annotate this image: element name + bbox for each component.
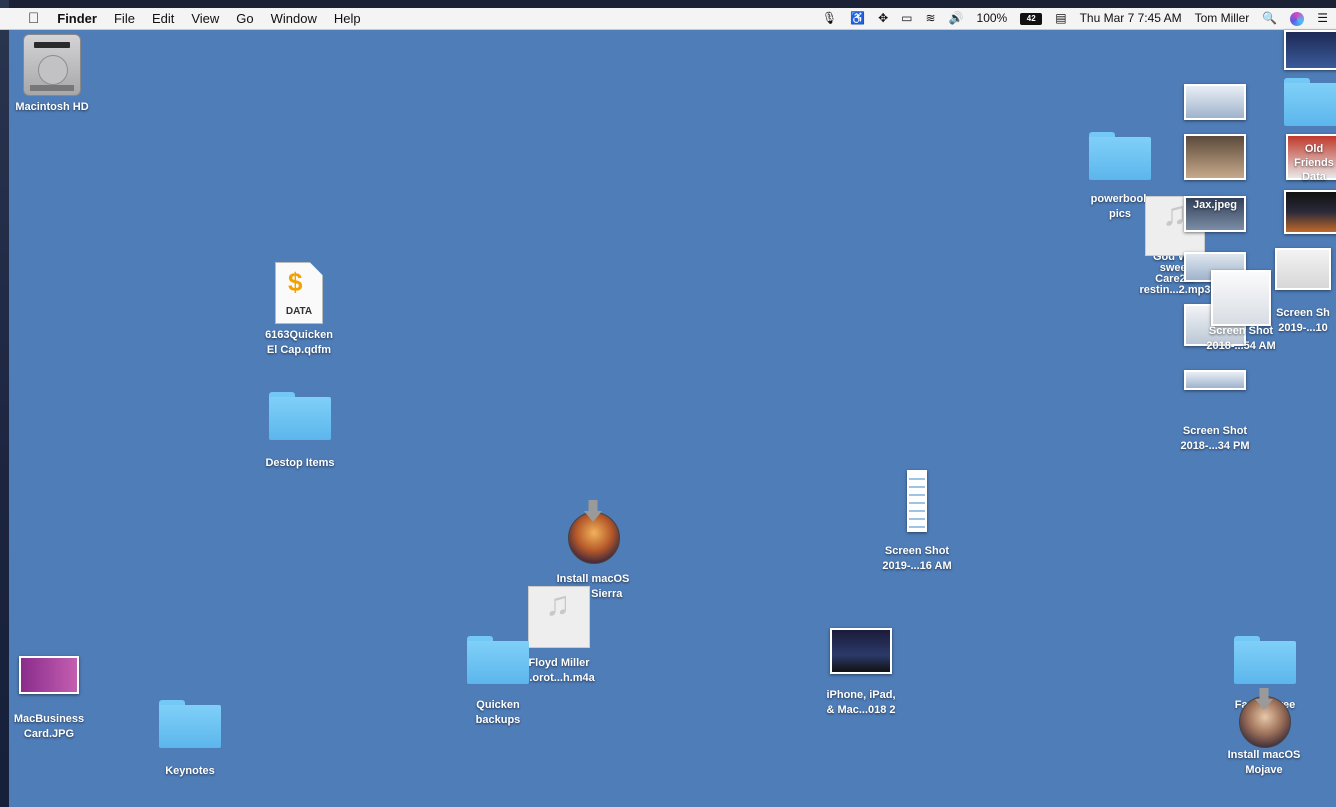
desktop-icon-install-mojave[interactable]: Install macOS Mojave: [1219, 688, 1309, 778]
spotlight-search-icon[interactable]: 🔍: [1262, 8, 1277, 29]
screenshot-thumbnail-icon: [1211, 270, 1271, 326]
desktop-icon-screenshot-34pm[interactable]: Screen Shot 2018-...34 PM: [1170, 420, 1260, 454]
menu-help[interactable]: Help: [334, 8, 361, 29]
menu-window[interactable]: Window: [271, 8, 317, 29]
screenshot-thumbnail-icon[interactable]: [1284, 190, 1336, 234]
menu-go[interactable]: Go: [236, 8, 253, 29]
icon-label: MacBusiness Card.JPG: [13, 713, 85, 740]
desktop-icon-quicken-backups[interactable]: Quicken backups: [453, 636, 543, 728]
clock[interactable]: Thu Mar 7 7:45 AM: [1080, 8, 1182, 29]
siri-icon[interactable]: [1290, 11, 1305, 26]
battery-icon[interactable]: 42: [1020, 12, 1043, 25]
photo-thumbnail-icon[interactable]: [1184, 134, 1246, 180]
menu-edit[interactable]: Edit: [152, 8, 174, 29]
installer-icon: [568, 500, 620, 564]
menu-bar:  Finder File Edit View Go Window Help 🎙…: [0, 8, 1336, 30]
volume-icon[interactable]: 🔊: [949, 8, 964, 29]
folder-icon: [269, 392, 331, 440]
notification-center-icon[interactable]: ☰: [1317, 8, 1328, 29]
screenshot-thumbnail-icon: [907, 470, 927, 532]
folder-icon[interactable]: [1284, 78, 1336, 126]
folder-icon: [467, 636, 529, 684]
folder-icon: [1089, 132, 1151, 180]
installer-icon: [1239, 688, 1291, 748]
menu-file[interactable]: File: [114, 8, 135, 29]
icon-label: Screen Shot 2019-...16 AM: [882, 545, 952, 572]
menu-app-finder[interactable]: Finder: [57, 8, 97, 29]
hard-drive-icon: [23, 34, 81, 96]
desktop-icon-macbusiness-card[interactable]: MacBusiness Card.JPG: [4, 656, 94, 742]
desktop-icon-old-friends-data[interactable]: Old Friends Data: [1284, 134, 1336, 183]
user-name[interactable]: Tom Miller: [1195, 8, 1250, 29]
battery-percent[interactable]: 100%: [977, 8, 1008, 29]
icon-label: Keynotes: [165, 765, 215, 777]
status-menus: 🎙 ♿ ✥ ▭ ≋ 🔊 100% 42 ▤ Thu Mar 7 7:45 AM …: [809, 8, 1328, 29]
folder-icon: [159, 700, 221, 748]
microphone-icon[interactable]: 🎙: [822, 8, 837, 29]
icon-label: iPhone, iPad, & Mac...018 2: [826, 689, 896, 716]
quicken-document-icon: $ DATA: [275, 262, 323, 324]
icon-label: Macintosh HD: [15, 101, 89, 113]
icon-label: Screen Sh 2019-...10: [1276, 307, 1330, 334]
wifi-icon[interactable]: ≋: [926, 8, 936, 29]
desktop-icon-jax-jpeg[interactable]: Jax.jpeg: [1170, 196, 1260, 232]
dollar-icon: $: [288, 267, 303, 297]
input-menu-icon[interactable]: ▤: [1055, 8, 1066, 29]
icon-label: Quicken backups: [475, 699, 521, 726]
screenshot-thumbnail-icon[interactable]: [1184, 84, 1246, 120]
icon-label: Destop Items: [265, 457, 335, 469]
menubar-top-edge: [0, 0, 1336, 8]
airplay-icon[interactable]: ▭: [901, 8, 912, 29]
folder-icon: [1234, 636, 1296, 684]
siri-orb: [1290, 11, 1305, 26]
screenshot-thumbnail-icon[interactable]: [1184, 370, 1246, 390]
icon-label: Screen Shot 2018-...34 PM: [1180, 425, 1250, 452]
keynote-thumbnail-icon: [830, 628, 892, 674]
icon-label: Install macOS Mojave: [1227, 749, 1301, 776]
desktop-icon-iphone-ipad[interactable]: iPhone, iPad, & Mac...018 2: [816, 628, 906, 718]
icon-label: Jax.jpeg: [1192, 199, 1238, 211]
icon-label: Old Friends Data: [1294, 143, 1334, 183]
desktop-icon-screenshot-16am[interactable]: Screen Shot 2019-...16 AM: [872, 470, 962, 574]
move-icon[interactable]: ✥: [878, 8, 888, 29]
desktop-icon-screenshot-10[interactable]: Screen Sh 2019-...10: [1270, 248, 1336, 336]
desktop-icon-keynotes[interactable]: Keynotes: [145, 700, 235, 779]
image-thumbnail-icon: [19, 656, 79, 694]
menu-view[interactable]: View: [191, 8, 219, 29]
desktop-icon-destop-items[interactable]: Destop Items: [255, 392, 345, 471]
icon-label: 6163Quicken El Cap.qdfm: [265, 329, 333, 356]
screenshot-thumbnail-icon: [1275, 248, 1331, 290]
battery-badge: 42: [1020, 12, 1043, 25]
apple-menu-icon[interactable]: : [28, 8, 39, 29]
accessibility-icon[interactable]: ♿: [850, 8, 865, 29]
desktop-icon-macintosh-hd[interactable]: Macintosh HD: [10, 34, 94, 115]
menu-left:  Finder File Edit View Go Window Help: [0, 8, 378, 29]
document-tag: DATA: [285, 306, 313, 317]
keynote-thumbnail-icon[interactable]: [1284, 30, 1336, 70]
desktop-icon-quicken-file[interactable]: $ DATA 6163Quicken El Cap.qdfm: [254, 262, 344, 358]
